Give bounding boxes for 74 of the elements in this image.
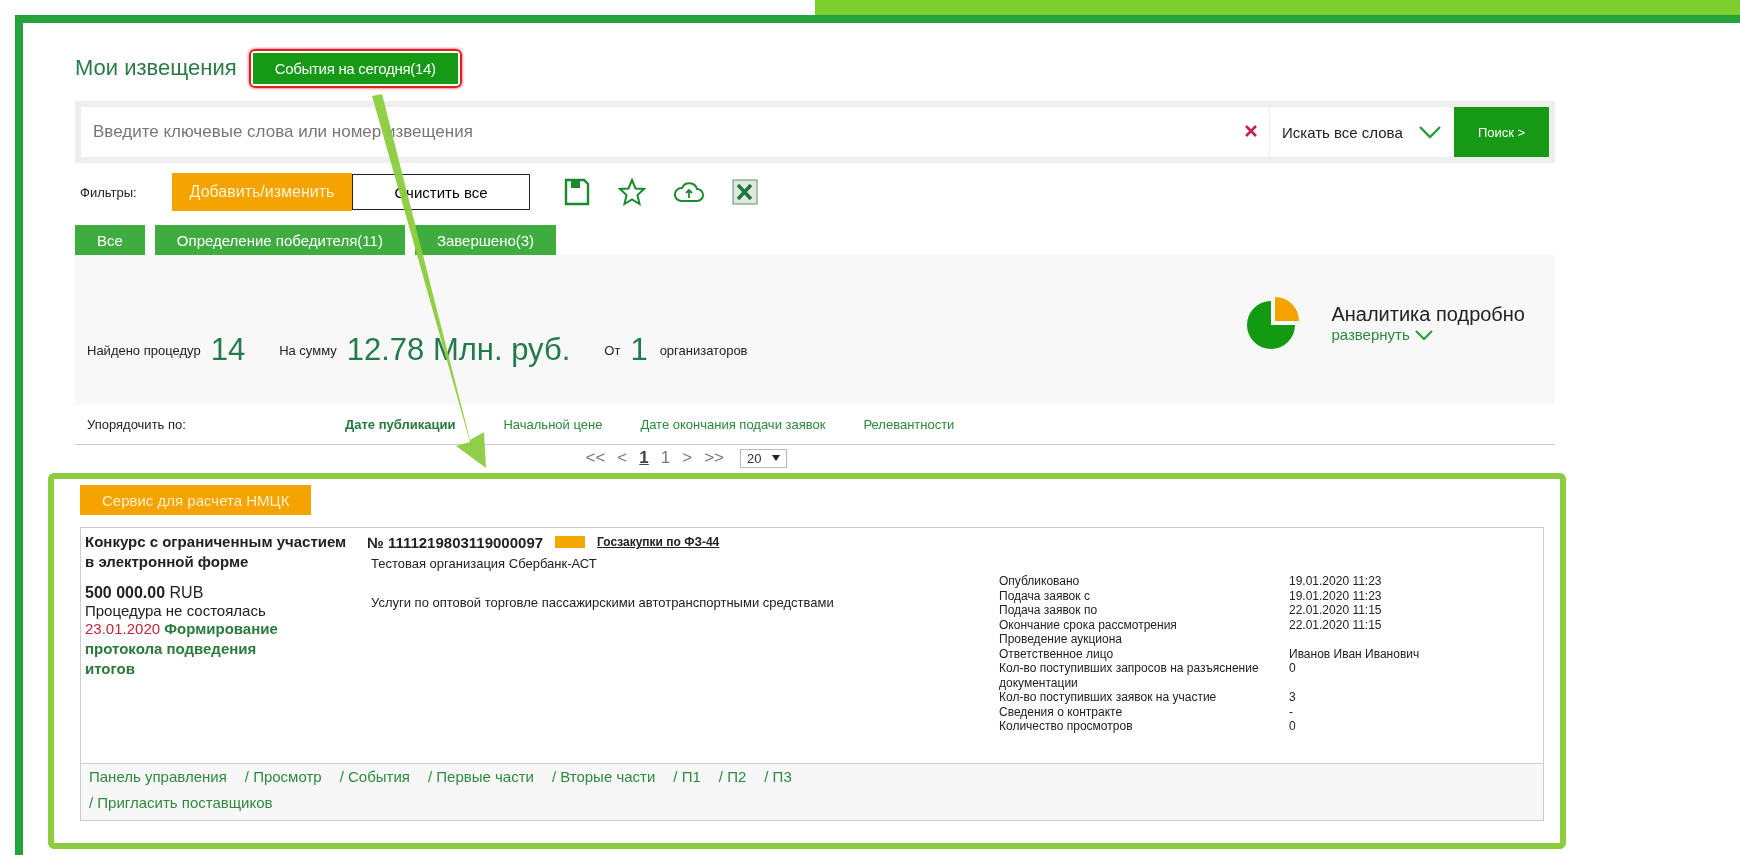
notice-action-link[interactable]: Панель управления [89, 768, 227, 788]
chevron-down-icon [1413, 328, 1434, 341]
cloud-upload-icon[interactable] [674, 181, 704, 203]
clear-button[interactable] [1233, 107, 1269, 157]
detail-value: 22.01.2020 11:15 [1289, 617, 1382, 632]
filters-label: Фильтры: [80, 184, 138, 200]
detail-value: 0 [1289, 719, 1296, 733]
detail-label: Подача заявок с [999, 588, 1091, 603]
notice-action-link[interactable]: / П3 [764, 768, 792, 788]
detail-value: - [1289, 704, 1293, 719]
page-size-dropdown[interactable]: 20 [740, 448, 787, 468]
analytics-title: Аналитика подробно [1331, 303, 1525, 326]
chevron-down-icon [1418, 125, 1442, 139]
pagination-link[interactable]: > [680, 448, 695, 468]
detail-value: 19.01.2020 11:23 [1289, 574, 1382, 588]
detail-value: 22.01.2020 11:15 [1289, 603, 1382, 617]
pie-chart-icon [1245, 295, 1302, 351]
search-button[interactable]: Поиск > [1454, 107, 1549, 157]
search-mode-dropdown[interactable]: Искать все слова [1269, 107, 1454, 157]
notice-action-link[interactable]: / П1 [673, 768, 701, 788]
detail-value: Иванов Иван Иванович [1289, 646, 1420, 661]
detail-label: Проведение аукциона [999, 632, 1123, 647]
notice-action-link[interactable]: / События [339, 768, 410, 788]
detail-value: 19.01.2020 11:23 [1289, 588, 1382, 603]
purchase-subject: Услуги по оптовой торговле пассажирскими автотранспортными средствами [371, 595, 835, 610]
detail-label: Подача заявок по [999, 603, 1099, 618]
notice-price: 500 000.00 RUB [85, 584, 205, 602]
star-icon[interactable] [618, 178, 646, 206]
status-tab[interactable]: Все [75, 225, 145, 255]
detail-label: Кол-во поступивших заявок на участие [999, 690, 1218, 705]
pagination-link[interactable]: < [615, 448, 630, 468]
sort-label: Упорядочить по: [87, 417, 187, 432]
sort-option[interactable]: Начальной цене [503, 417, 603, 432]
detail-label: Количество просмотров [999, 719, 1134, 734]
sort-option[interactable]: Релевантности [863, 417, 955, 432]
status-tab[interactable]: Завершено(3) [414, 225, 557, 255]
notice-action-link[interactable]: / Вторые части [551, 768, 656, 788]
stat-value: 1 [630, 332, 648, 368]
organization-name: Тестовая организация Сбербанк-АСТ [371, 556, 598, 571]
detail-value: 0 [1289, 661, 1296, 675]
stat-label: От [604, 342, 621, 358]
pagination-link[interactable]: >> [702, 448, 727, 468]
page-title: Мои извещения [75, 55, 237, 81]
sort-option[interactable]: Дате окончания подачи заявок [640, 417, 826, 432]
status-tab[interactable]: Определение победителя(11) [154, 225, 405, 255]
notice-number: № 1111219803119000097 [367, 533, 544, 551]
clear-icon [1245, 124, 1257, 137]
law-link[interactable]: Госзакупки по ФЗ-44 [597, 535, 720, 549]
notice-action-link[interactable]: / Просмотр [244, 768, 322, 788]
notice-title[interactable]: Конкурс с ограниченным участием в электронной форме [85, 532, 347, 572]
stat-value: 14 [210, 332, 246, 368]
sort-option[interactable]: Дате публикации [345, 417, 456, 432]
pagination-link[interactable]: << [583, 448, 608, 468]
pagination-link[interactable]: 1 [658, 448, 673, 468]
detail-value: 3 [1289, 690, 1296, 704]
notice-action-link[interactable]: / Первые части [427, 768, 534, 788]
pagination-link[interactable]: 1 [637, 448, 651, 468]
spreadsheet-icon[interactable] [732, 179, 758, 205]
notice-event: 23.01.2020 Формирование протокола подведения итогов [85, 619, 279, 679]
dropdown-arrow-icon [771, 455, 780, 461]
stat-label: На сумму [279, 342, 337, 358]
stat-label: организаторов [659, 342, 748, 358]
save-icon[interactable] [564, 178, 590, 206]
stat-label: Найдено процедур [87, 342, 201, 358]
notice-action-link[interactable]: / Пригласить поставщиков [89, 794, 273, 814]
detail-label: Кол-во поступивших запросов на разъяснение документации [999, 661, 1260, 690]
notice-action-link[interactable]: / П2 [718, 768, 747, 788]
notice-status: Процедура не состоялась [85, 602, 267, 619]
detail-label: Сведения о контракте [999, 704, 1124, 719]
events-button[interactable]: События на сегодня(14) [252, 52, 458, 84]
detail-label: Ответственное лицо [999, 646, 1115, 661]
expand-link[interactable]: развернуть [1331, 326, 1525, 343]
detail-label: Опубликовано [999, 574, 1081, 589]
detail-label: Окончание срока рассмотрения [999, 617, 1178, 632]
